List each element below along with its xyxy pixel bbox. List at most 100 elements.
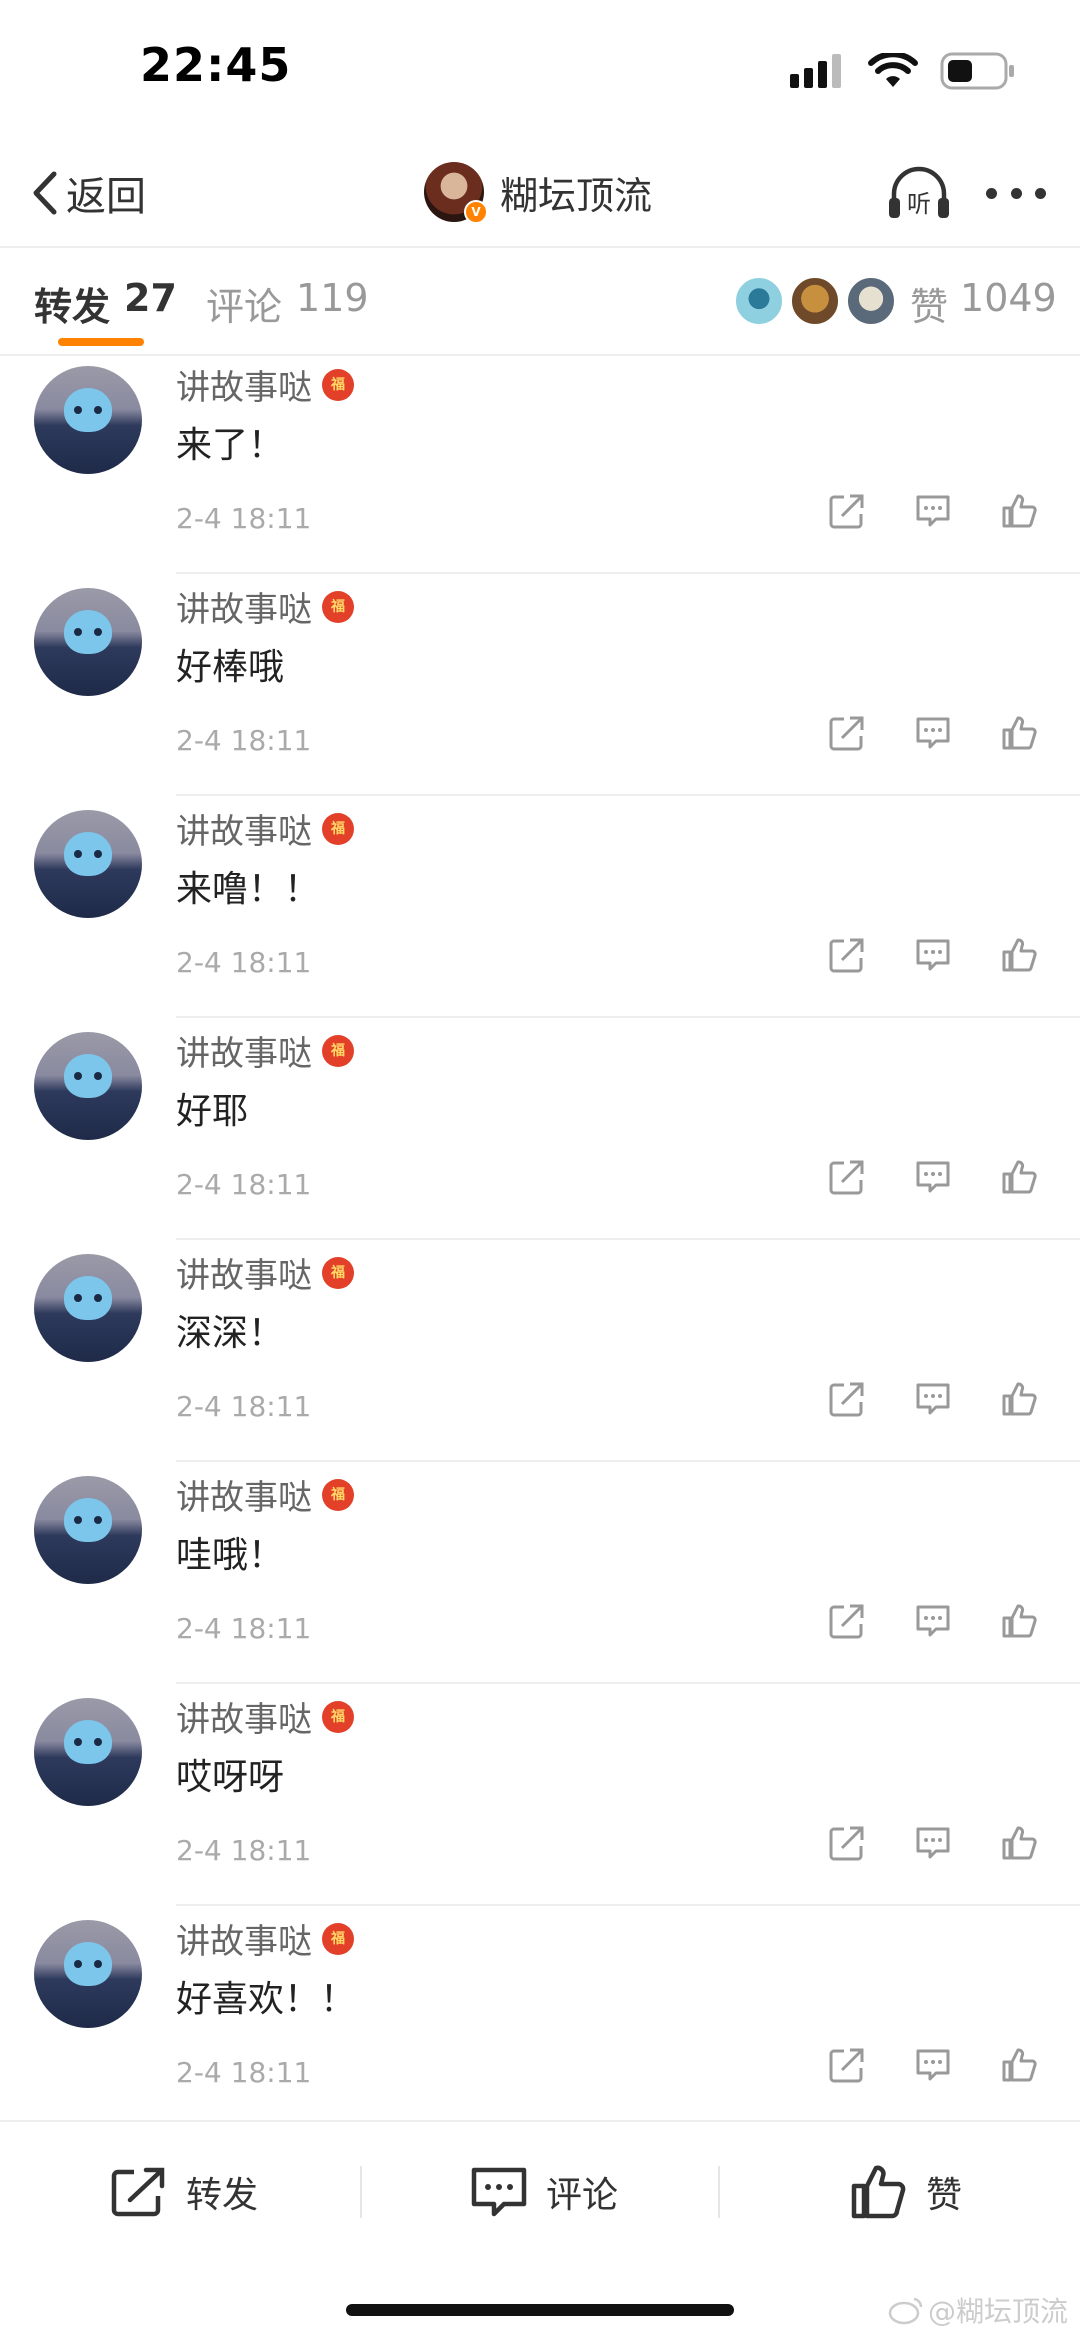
comment-text: 好棒哦 bbox=[176, 647, 285, 688]
timestamp: 2-4 18:11 bbox=[176, 1390, 312, 1423]
avatar[interactable] bbox=[34, 1254, 142, 1362]
like-icon[interactable] bbox=[1000, 1158, 1038, 1196]
share-icon[interactable] bbox=[828, 1824, 866, 1862]
avatar[interactable] bbox=[34, 810, 142, 918]
repost-list[interactable]: 讲故事哒 福 来了！ 2-4 18:11 讲故事哒 福 好棒哦 2-4 18:1… bbox=[0, 352, 1080, 2120]
username-text: 讲故事哒 bbox=[176, 1256, 312, 1296]
username[interactable]: 讲故事哒 福 bbox=[176, 1026, 354, 1075]
item-actions bbox=[828, 714, 1038, 762]
username[interactable]: 讲故事哒 福 bbox=[176, 360, 354, 409]
comment-icon[interactable] bbox=[914, 1380, 952, 1418]
username[interactable]: 讲故事哒 福 bbox=[176, 582, 354, 631]
like-icon bbox=[851, 2165, 906, 2219]
share-icon[interactable] bbox=[828, 1602, 866, 1640]
avatar[interactable] bbox=[34, 1476, 142, 1584]
page-title: 糊坛顶流 bbox=[500, 173, 653, 218]
like-icon[interactable] bbox=[1000, 714, 1038, 752]
comment-icon[interactable] bbox=[914, 714, 952, 752]
tab-repost-count: 27 bbox=[124, 276, 177, 320]
username[interactable]: 讲故事哒 福 bbox=[176, 1914, 354, 1963]
tab-likes-label: 赞 bbox=[910, 285, 949, 329]
list-item: 讲故事哒 福 哎呀呀 2-4 18:11 bbox=[0, 1684, 1080, 1906]
like-icon[interactable] bbox=[1000, 1824, 1038, 1862]
like-icon[interactable] bbox=[1000, 2046, 1038, 2084]
nav-author[interactable]: V 糊坛顶流 bbox=[424, 156, 652, 228]
vip-badge-icon: 福 bbox=[322, 590, 354, 623]
home-indicator[interactable] bbox=[346, 2304, 734, 2316]
liker-avatars[interactable] bbox=[734, 276, 902, 326]
comment-icon[interactable] bbox=[914, 2046, 952, 2084]
share-icon[interactable] bbox=[828, 936, 866, 974]
like-icon[interactable] bbox=[1000, 936, 1038, 974]
like-label: 赞 bbox=[926, 2175, 963, 2216]
comment-text: 哇哦！ bbox=[176, 1535, 285, 1576]
timestamp: 2-4 18:11 bbox=[176, 2056, 312, 2089]
username[interactable]: 讲故事哒 福 bbox=[176, 1470, 354, 1519]
like-icon[interactable] bbox=[1000, 1602, 1038, 1640]
tab-comment[interactable]: 评论 119 bbox=[206, 276, 369, 331]
comment-label: 评论 bbox=[546, 2175, 619, 2216]
list-item: 讲故事哒 福 好棒哦 2-4 18:11 bbox=[0, 574, 1080, 796]
weibo-logo-icon bbox=[888, 2297, 923, 2325]
liker-avatar bbox=[846, 276, 896, 326]
comment-icon[interactable] bbox=[914, 492, 952, 530]
toolbar-separator bbox=[718, 2166, 720, 2218]
back-label: 返回 bbox=[66, 174, 146, 220]
author-avatar[interactable]: V bbox=[424, 162, 488, 224]
avatar[interactable] bbox=[34, 1920, 142, 2028]
avatar[interactable] bbox=[34, 366, 142, 474]
username[interactable]: 讲故事哒 福 bbox=[176, 1692, 354, 1741]
share-icon[interactable] bbox=[828, 1380, 866, 1418]
more-button[interactable] bbox=[986, 170, 1046, 216]
tab-likes-count: 1049 bbox=[960, 276, 1057, 320]
share-icon[interactable] bbox=[828, 2046, 866, 2084]
vip-badge-icon: 福 bbox=[322, 1256, 354, 1289]
comment-icon[interactable] bbox=[914, 936, 952, 974]
comment-icon[interactable] bbox=[914, 1824, 952, 1862]
back-button[interactable]: 返回 bbox=[28, 160, 146, 226]
tab-comment-count: 119 bbox=[296, 276, 369, 320]
timestamp: 2-4 18:11 bbox=[176, 1612, 312, 1645]
tab-bar: 转发 27 评论 119 赞 1049 bbox=[0, 248, 1080, 356]
timestamp: 2-4 18:11 bbox=[176, 1168, 312, 1201]
status-time: 22:45 bbox=[140, 38, 292, 92]
like-button[interactable]: 赞 bbox=[850, 2162, 962, 2222]
vip-badge-icon: 福 bbox=[322, 368, 354, 401]
share-icon bbox=[111, 2167, 165, 2217]
username-text: 讲故事哒 bbox=[176, 1700, 312, 1740]
timestamp: 2-4 18:11 bbox=[176, 502, 312, 535]
username-text: 讲故事哒 bbox=[176, 1922, 312, 1962]
share-icon[interactable] bbox=[828, 492, 866, 530]
repost-button[interactable]: 转发 bbox=[110, 2162, 258, 2222]
share-icon[interactable] bbox=[828, 714, 866, 752]
tab-repost[interactable]: 转发 27 bbox=[34, 276, 177, 331]
item-actions bbox=[828, 1158, 1038, 1206]
tab-likes[interactable]: 赞 1049 bbox=[910, 276, 1057, 331]
bottom-toolbar: 转发 评论 赞 bbox=[0, 2120, 1080, 2262]
item-actions bbox=[828, 1824, 1038, 1872]
item-actions bbox=[828, 936, 1038, 984]
list-item: 讲故事哒 福 来噜！！ 2-4 18:11 bbox=[0, 796, 1080, 1018]
username[interactable]: 讲故事哒 福 bbox=[176, 804, 354, 853]
avatar[interactable] bbox=[34, 1032, 142, 1140]
like-icon[interactable] bbox=[1000, 492, 1038, 530]
repost-label: 转发 bbox=[186, 2175, 259, 2216]
battery-icon bbox=[940, 52, 1014, 90]
username-text: 讲故事哒 bbox=[176, 368, 312, 408]
status-bar: 22:45 bbox=[0, 0, 1080, 140]
headphone-listen-icon[interactable]: 听 bbox=[886, 162, 952, 224]
avatar[interactable] bbox=[34, 1698, 142, 1806]
comment-icon[interactable] bbox=[914, 1602, 952, 1640]
wifi-icon bbox=[868, 53, 918, 87]
more-dot bbox=[1035, 187, 1046, 199]
listen-label: 听 bbox=[907, 190, 931, 218]
username[interactable]: 讲故事哒 福 bbox=[176, 1248, 354, 1297]
avatar[interactable] bbox=[34, 588, 142, 696]
like-icon[interactable] bbox=[1000, 1380, 1038, 1418]
share-icon[interactable] bbox=[828, 1158, 866, 1196]
comment-button[interactable]: 评论 bbox=[470, 2162, 618, 2222]
comment-icon[interactable] bbox=[914, 1158, 952, 1196]
comment-text: 来了！ bbox=[176, 425, 285, 466]
username-text: 讲故事哒 bbox=[176, 1034, 312, 1074]
timestamp: 2-4 18:11 bbox=[176, 724, 312, 757]
